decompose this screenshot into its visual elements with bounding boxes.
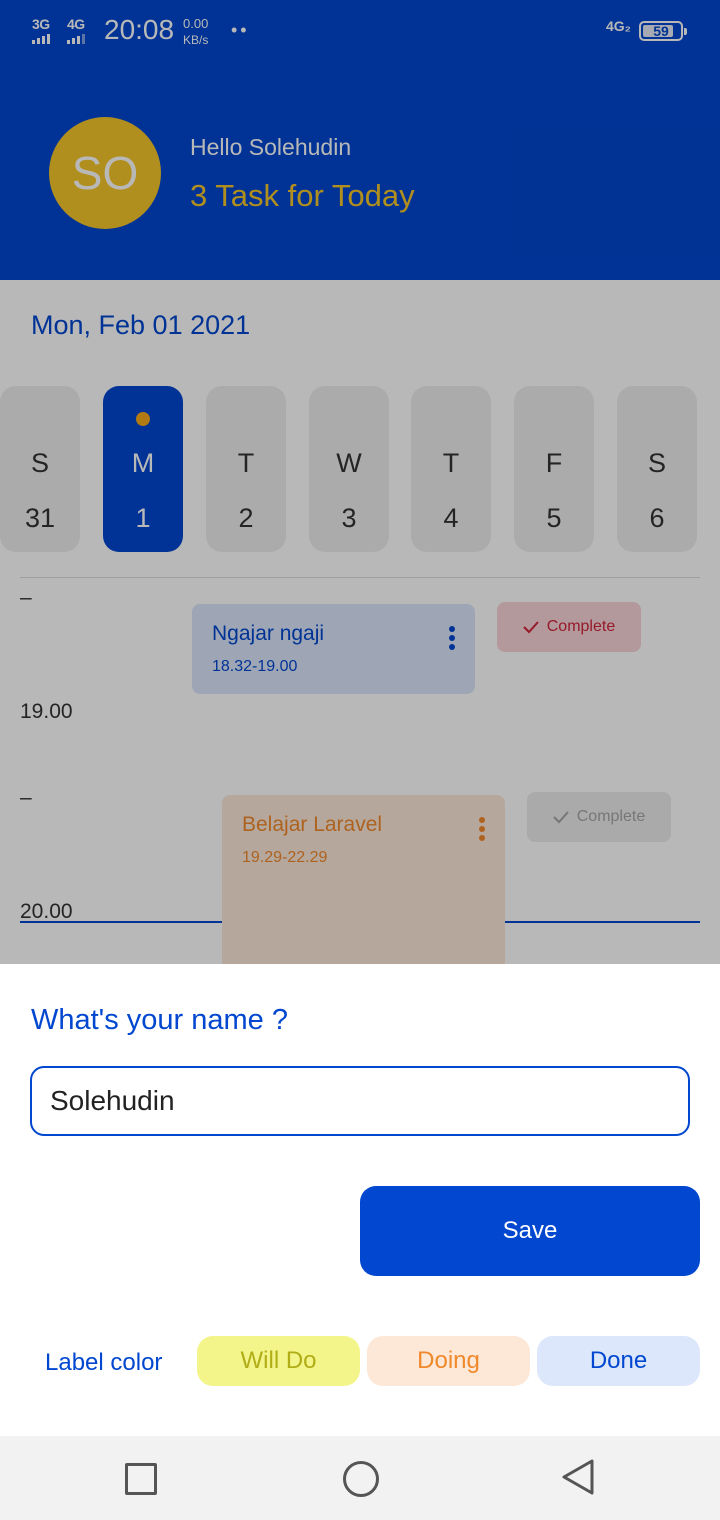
label-chip-doing[interactable]: Doing bbox=[367, 1336, 530, 1386]
name-input[interactable] bbox=[30, 1066, 690, 1136]
save-button[interactable]: Save bbox=[360, 1186, 700, 1276]
label-chip-will-do[interactable]: Will Do bbox=[197, 1336, 360, 1386]
system-nav-bar bbox=[0, 1436, 720, 1520]
circle-icon[interactable] bbox=[343, 1461, 379, 1497]
label-color-title: Label color bbox=[45, 1349, 163, 1376]
name-bottom-sheet: What's your name ? Save Label color Will… bbox=[0, 964, 720, 1436]
label-chip-done[interactable]: Done bbox=[537, 1336, 700, 1386]
dialog-question: What's your name ? bbox=[31, 1004, 288, 1036]
app-screen: 3G 4G 20:08 0.00 KB/s •• 4G₂ 59 SO Hello… bbox=[0, 0, 720, 1520]
modal-scrim[interactable] bbox=[0, 0, 720, 964]
square-icon[interactable] bbox=[125, 1463, 157, 1495]
triangle-back-icon[interactable] bbox=[560, 1458, 596, 1496]
